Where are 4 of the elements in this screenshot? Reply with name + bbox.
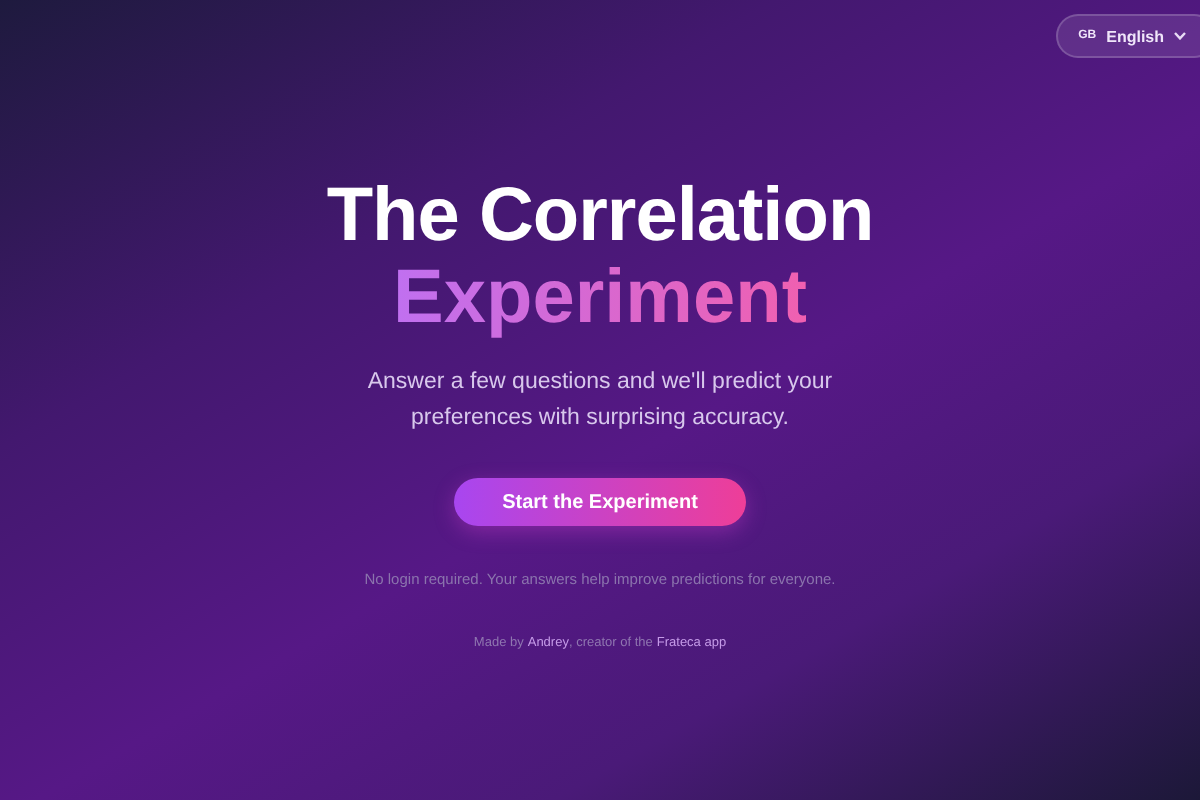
start-button[interactable]: Start the Experiment xyxy=(454,478,746,526)
subtitle: Answer a few questions and we'll predict your preferences with surprising accuracy. xyxy=(365,368,835,434)
title: The Correlation xyxy=(326,176,874,256)
caret-icon xyxy=(1174,32,1186,40)
